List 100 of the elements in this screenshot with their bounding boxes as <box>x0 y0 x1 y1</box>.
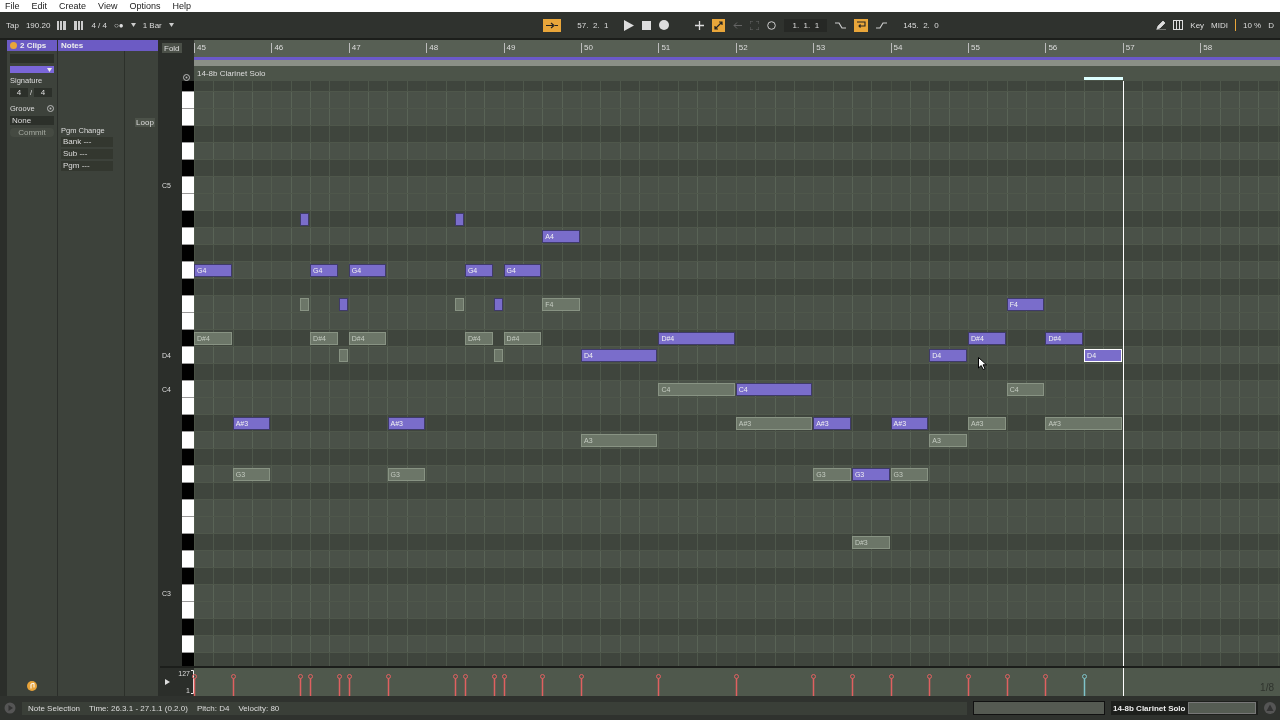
piano-key[interactable] <box>181 483 194 500</box>
clip-count: 2 Clips <box>20 41 47 50</box>
plus-icon[interactable] <box>695 20 705 30</box>
time-signature-field[interactable]: 4 / 4 <box>91 20 107 30</box>
piano-key[interactable] <box>181 585 194 602</box>
midi-map-button[interactable]: MIDI <box>1211 20 1228 30</box>
piano-key[interactable] <box>181 313 194 330</box>
piano-key[interactable] <box>181 466 194 483</box>
punch-out-icon[interactable] <box>876 20 888 30</box>
nudge-down-icon[interactable] <box>57 20 68 30</box>
stop-icon[interactable] <box>642 20 652 30</box>
piano-key[interactable] <box>181 279 194 296</box>
play-icon[interactable] <box>624 19 635 31</box>
bar-number: 53 <box>813 43 826 53</box>
piano-key[interactable] <box>181 347 194 364</box>
loop-length-field[interactable]: 145. 2. 0 <box>895 18 947 32</box>
piano-key[interactable] <box>181 432 194 449</box>
piano-key[interactable] <box>181 534 194 551</box>
dropdown-caret-icon[interactable] <box>47 67 52 72</box>
denominator-field[interactable]: 4 <box>34 88 53 97</box>
hot-swap-icon[interactable] <box>47 105 54 112</box>
clip-color-dropdown[interactable] <box>10 66 54 73</box>
piano-key[interactable] <box>181 517 194 534</box>
music-note-icon[interactable] <box>27 681 37 691</box>
fold-button[interactable]: Fold <box>162 43 182 53</box>
midi-note[interactable] <box>300 298 310 311</box>
piano-key[interactable] <box>181 500 194 517</box>
piano-key[interactable] <box>181 109 194 126</box>
song-position-field[interactable]: 57. 2. 1 <box>569 18 617 32</box>
follow-button[interactable] <box>543 18 562 32</box>
menu-item[interactable]: Create <box>59 1 87 11</box>
metronome-toggle[interactable]: ○● <box>113 20 124 30</box>
piano-key[interactable] <box>181 228 194 245</box>
midi-note[interactable] <box>493 349 503 362</box>
piano-key[interactable] <box>181 92 194 109</box>
bar-number: 50 <box>581 43 593 53</box>
tempo-field[interactable]: 190.20 <box>25 20 51 30</box>
record-icon[interactable] <box>659 20 670 30</box>
loop-button[interactable] <box>854 18 869 32</box>
piano-key[interactable] <box>181 551 194 568</box>
piano-key[interactable] <box>181 211 194 228</box>
midi-note[interactable] <box>493 298 503 311</box>
playhead-line <box>1122 668 1124 696</box>
program-field[interactable]: Pgm --- <box>61 161 113 171</box>
numerator-field[interactable]: 4 <box>10 88 28 97</box>
piano-key[interactable] <box>181 160 194 177</box>
bar-number: 58 <box>1200 43 1213 53</box>
status-field[interactable] <box>973 701 1105 715</box>
punch-in-icon[interactable] <box>835 20 847 30</box>
range-bracket-icon <box>191 670 194 694</box>
menu-item[interactable]: Options <box>129 1 161 11</box>
piano-key[interactable] <box>181 262 194 279</box>
piano-key[interactable] <box>181 619 194 636</box>
piano-key[interactable] <box>181 636 194 653</box>
settings-icon[interactable] <box>183 74 190 81</box>
piano-key[interactable] <box>181 126 194 143</box>
menu-item[interactable]: File <box>5 1 20 11</box>
piano-key[interactable] <box>181 194 194 211</box>
piano-key[interactable] <box>181 381 194 398</box>
nudge-up-icon[interactable] <box>74 20 85 30</box>
bar-number: 51 <box>658 43 671 53</box>
bar-number: 46 <box>271 43 284 53</box>
cpu-meter: 10 % <box>1243 20 1262 30</box>
draw-mode-button[interactable] <box>712 18 726 32</box>
menu-item[interactable]: Help <box>172 1 191 11</box>
bar-number: 52 <box>735 43 748 53</box>
piano-key[interactable] <box>181 602 194 619</box>
piano-key[interactable] <box>181 330 194 347</box>
play-triangle-icon[interactable] <box>165 679 170 685</box>
piano-keys-icon[interactable] <box>1173 20 1184 30</box>
piano-key[interactable] <box>181 245 194 262</box>
menu-item[interactable]: View <box>98 1 118 11</box>
piano-key[interactable] <box>181 449 194 466</box>
piano-key[interactable] <box>181 143 194 160</box>
dropdown-caret-icon[interactable] <box>130 23 136 27</box>
piano-key[interactable] <box>181 296 194 313</box>
clip-overview[interactable]: 14-8b Clarinet Solo <box>1111 701 1258 715</box>
key-map-button[interactable]: Key <box>1190 20 1205 30</box>
midi-note[interactable] <box>455 213 464 226</box>
piano-key[interactable] <box>181 415 194 432</box>
program-field[interactable]: Sub --- <box>61 149 113 159</box>
piano-key[interactable] <box>181 177 194 194</box>
midi-note[interactable] <box>339 298 348 311</box>
loop-start-field[interactable]: 1. 1. 1 <box>784 18 828 32</box>
clip-overview-name: 14-8b Clarinet Solo <box>1113 703 1186 713</box>
piano-key[interactable] <box>181 398 194 415</box>
quantize-dropdown[interactable]: 1 Bar <box>142 20 162 30</box>
piano-key[interactable] <box>181 568 194 585</box>
program-field[interactable]: Bank --- <box>61 137 113 147</box>
disk-indicator: D <box>1268 20 1274 30</box>
pencil-icon[interactable] <box>1156 20 1167 30</box>
loop-toggle[interactable]: Loop <box>135 118 155 127</box>
menu-item[interactable]: Edit <box>31 1 48 11</box>
clip-end-marker[interactable] <box>1084 77 1123 80</box>
circle-icon[interactable] <box>767 20 777 30</box>
dropdown-caret-icon[interactable] <box>168 23 174 27</box>
midi-note[interactable] <box>300 213 310 226</box>
groove-dropdown[interactable]: None <box>10 116 54 125</box>
tap-button[interactable]: Tap <box>6 20 19 30</box>
piano-key[interactable] <box>181 364 194 381</box>
